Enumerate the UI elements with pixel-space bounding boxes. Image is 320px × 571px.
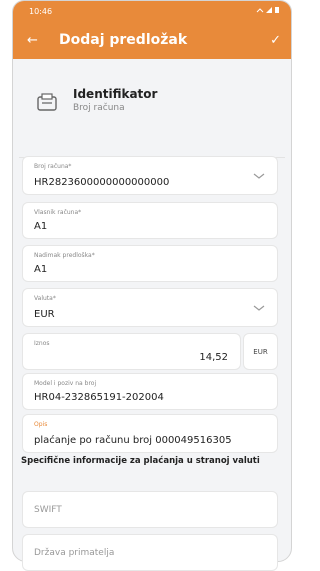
template-nickname-value: A1 (34, 264, 48, 275)
account-number-value: HR2823600000000000000 (34, 177, 170, 188)
status-bar: 10:46 (13, 1, 291, 21)
identifier-card: Identifikator Broj računa (19, 65, 285, 158)
back-arrow-icon[interactable]: ← (27, 33, 51, 48)
template-nickname-label: Nadimak predloška* (34, 252, 95, 259)
page-title: Dodaj predložak (59, 32, 188, 48)
template-nickname-field[interactable]: Nadimak predloška* A1 (22, 245, 278, 282)
amount-field[interactable]: Iznos 14,52 (22, 333, 241, 370)
model-reference-label: Model i poziv na broj (34, 380, 97, 387)
status-icons (255, 6, 281, 16)
account-owner-value: A1 (34, 221, 48, 232)
description-label: Opis (34, 421, 48, 428)
signal-battery-icon (256, 7, 279, 13)
confirm-check-icon[interactable]: ✓ (270, 33, 281, 48)
account-owner-label: Vlasnik računa* (34, 209, 82, 216)
swift-placeholder: SWIFT (34, 504, 62, 515)
swift-field[interactable]: SWIFT (22, 491, 278, 528)
amount-currency: EUR (253, 347, 268, 356)
account-number-field[interactable]: Broj računa* HR2823600000000000000 (22, 156, 278, 195)
account-number-label: Broj računa* (34, 163, 72, 170)
model-reference-value: HR04-232865191-202004 (34, 392, 164, 403)
foreign-payment-section-title: Specifične informacije za plaćanja u str… (21, 456, 260, 466)
identifier-icon (37, 93, 57, 111)
chevron-down-icon[interactable] (253, 304, 265, 312)
currency-value: EUR (34, 309, 55, 320)
recipient-country-field[interactable]: Država primatelja (22, 534, 278, 571)
identifier-subtitle: Broj računa (73, 103, 125, 113)
amount-value: 14,52 (199, 352, 228, 363)
currency-field[interactable]: Valuta* EUR (22, 288, 278, 327)
status-time: 10:46 (29, 6, 53, 16)
description-value: plaćanje po računu broj 000049516305 (34, 435, 232, 446)
app-bar: ← Dodaj predložak ✓ (13, 21, 291, 59)
model-reference-field[interactable]: Model i poziv na broj HR04-232865191-202… (22, 373, 278, 410)
chevron-down-icon[interactable] (253, 172, 265, 180)
amount-label: Iznos (34, 340, 50, 347)
recipient-country-placeholder: Država primatelja (34, 547, 115, 558)
currency-label: Valuta* (34, 295, 56, 302)
account-owner-field[interactable]: Vlasnik računa* A1 (22, 202, 278, 239)
amount-currency-box: EUR (243, 333, 278, 370)
description-field[interactable]: Opis plaćanje po računu broj 00004951630… (22, 414, 278, 453)
identifier-title: Identifikator (73, 87, 158, 101)
